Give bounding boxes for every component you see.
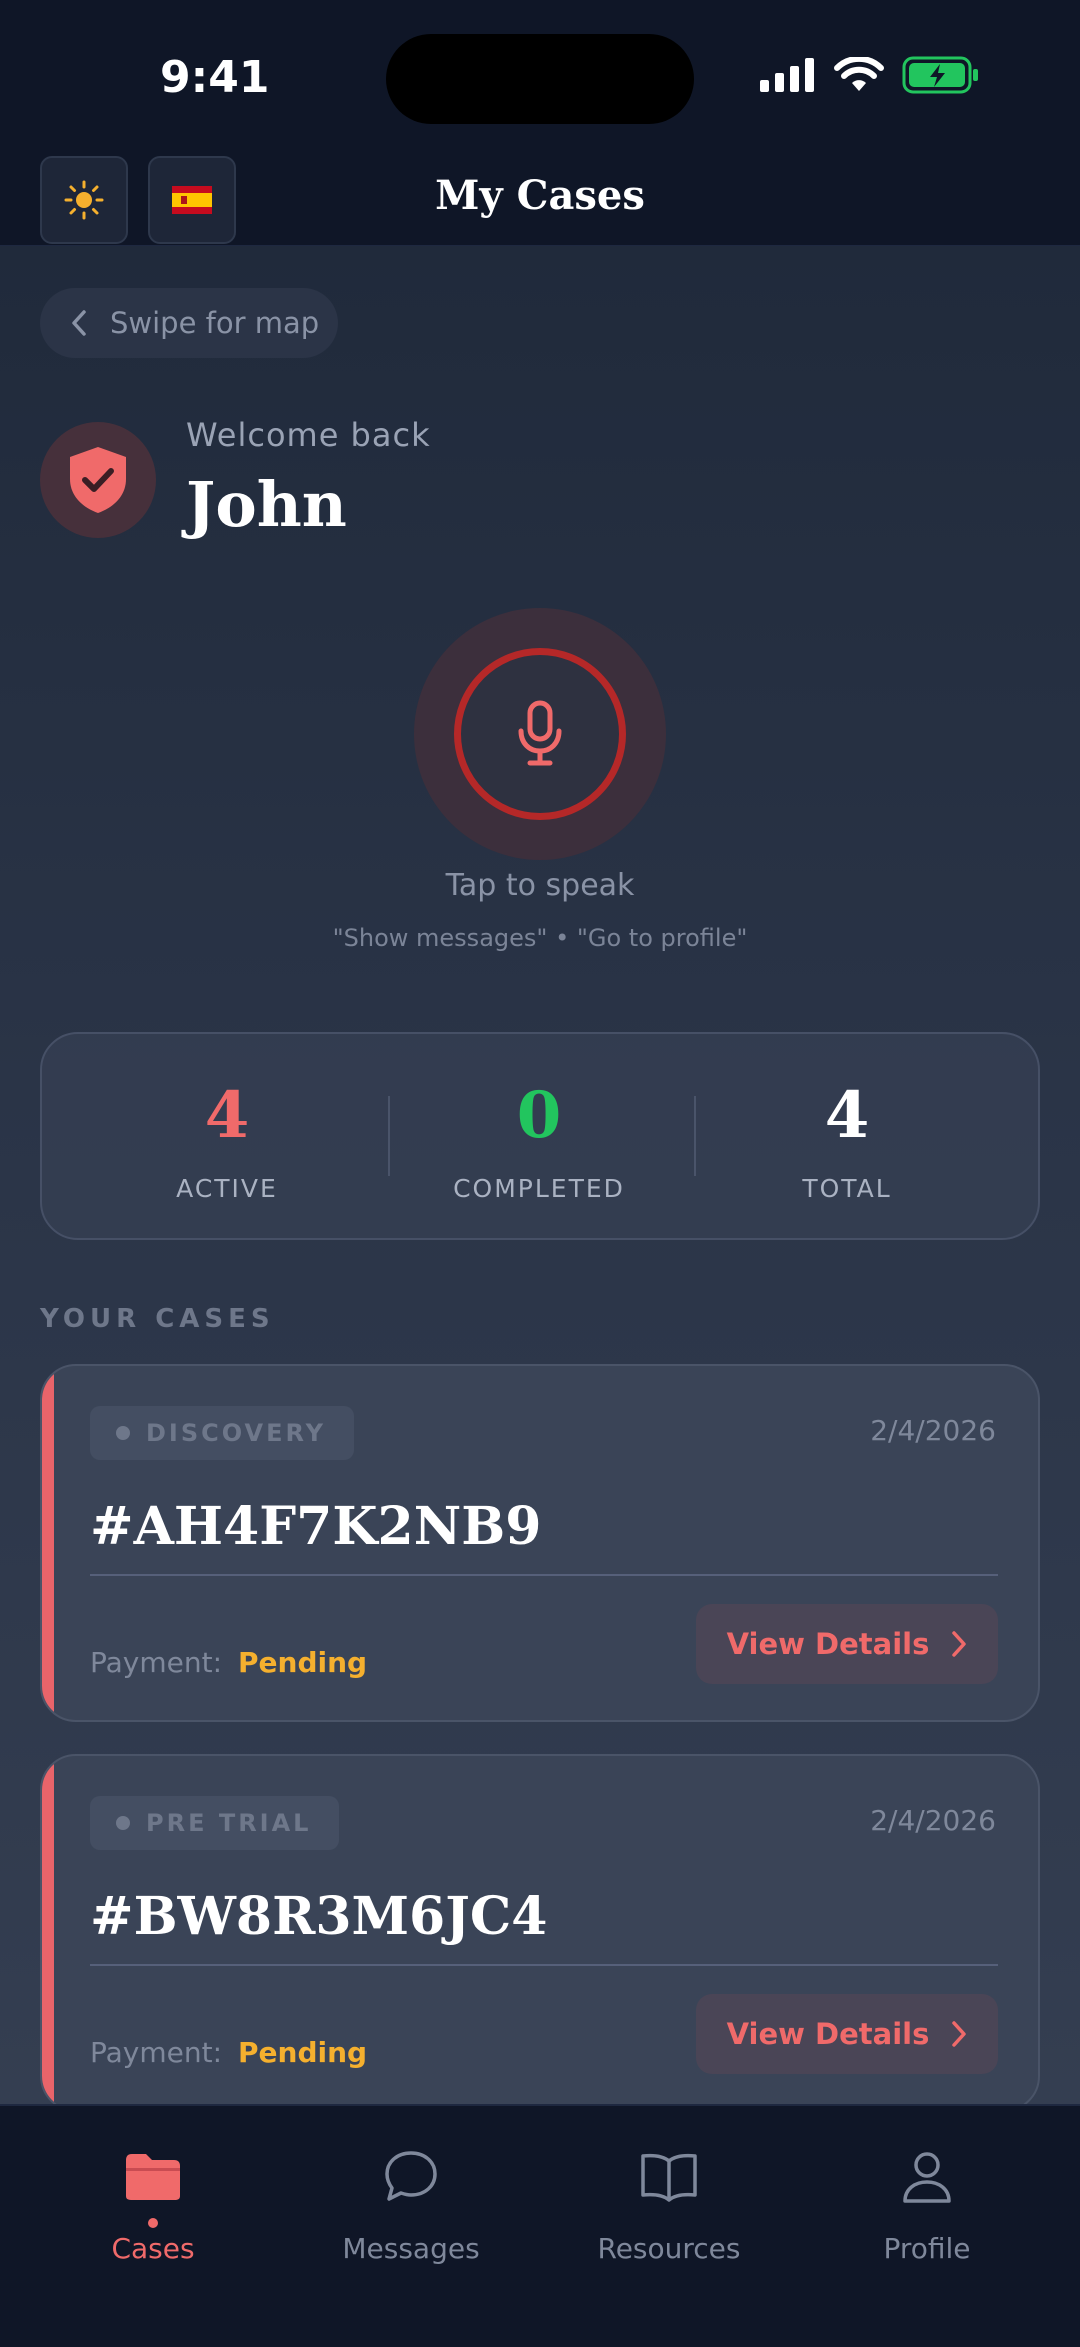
view-details-label: View Details: [726, 1627, 930, 1661]
nav-label: Resources: [597, 2232, 741, 2265]
user-name: John: [186, 468, 347, 541]
chevron-right-icon: [952, 1631, 967, 1657]
stat-label: ACTIVE: [176, 1174, 278, 1203]
nav-label: Messages: [342, 2232, 480, 2265]
payment-status: Pending: [238, 1646, 368, 1679]
stat-completed: 0 COMPLETED: [389, 1034, 689, 1242]
status-dot: [116, 1816, 130, 1830]
view-details-button[interactable]: View Details: [696, 1604, 998, 1684]
payment-label: Payment:: [90, 1646, 223, 1679]
chat-bubble-icon: [385, 2151, 437, 2201]
app-header: My Cases: [0, 150, 1080, 246]
status-icons: [760, 56, 980, 94]
case-card[interactable]: PRE TRIAL 2/4/2026 #BW8R3M6JC4 Payment: …: [40, 1754, 1040, 2104]
view-details-label: View Details: [726, 2017, 930, 2051]
battery-icon: [902, 56, 978, 94]
stat-label: COMPLETED: [453, 1174, 625, 1203]
case-id: #BW8R3M6JC4: [90, 1886, 548, 1947]
status-label: PRE TRIAL: [146, 1809, 312, 1837]
shield-check-icon: [70, 447, 126, 513]
active-indicator: [148, 2218, 158, 2228]
shield-avatar: [40, 422, 156, 538]
stats-card: 4 ACTIVE 0 COMPLETED 4 TOTAL: [40, 1032, 1040, 1240]
case-date: 2/4/2026: [870, 1804, 996, 1837]
case-id: #AH4F7K2NB9: [90, 1496, 542, 1557]
case-date: 2/4/2026: [870, 1414, 996, 1447]
view-details-button[interactable]: View Details: [696, 1994, 998, 2074]
section-title: YOUR CASES: [40, 1304, 275, 1334]
stat-label: TOTAL: [802, 1174, 892, 1203]
stat-value: 4: [204, 1078, 250, 1153]
payment-row: Payment: Pending: [90, 1646, 367, 1679]
nav-item-messages[interactable]: Messages: [311, 2142, 511, 2265]
stat-divider: [694, 1096, 696, 1176]
stat-total: 4 TOTAL: [697, 1034, 997, 1242]
tap-to-speak-label: Tap to speak: [445, 868, 635, 903]
case-card[interactable]: DISCOVERY 2/4/2026 #AH4F7K2NB9 Payment: …: [40, 1364, 1040, 1722]
nav-label: Profile: [883, 2232, 971, 2265]
status-badge: PRE TRIAL: [90, 1796, 340, 1850]
stat-active: 4 ACTIVE: [77, 1034, 377, 1242]
stat-value: 4: [824, 1078, 870, 1153]
page-title: My Cases: [435, 172, 645, 219]
status-dot: [116, 1426, 130, 1440]
welcome-greeting: Welcome back: [186, 416, 431, 454]
stat-value: 0: [516, 1078, 562, 1153]
payment-row: Payment: Pending: [90, 2036, 367, 2069]
status-badge: DISCOVERY: [90, 1406, 355, 1460]
chevron-left-icon: [72, 310, 86, 336]
divider: [90, 1574, 998, 1576]
book-icon: [641, 2153, 697, 2202]
nav-label: Cases: [111, 2232, 195, 2265]
status-bar: 9:41: [0, 0, 1080, 150]
dynamic-island: [386, 34, 694, 124]
swipe-label: Swipe for map: [110, 306, 320, 340]
payment-status: Pending: [238, 2036, 368, 2069]
bottom-nav: Cases Messages Resources Profile: [0, 2104, 1080, 2347]
case-accent-bar: [42, 1366, 54, 1720]
voice-hint: "Show messages" • "Go to profile": [332, 924, 748, 952]
signal-icon: [760, 58, 814, 92]
case-accent-bar: [42, 1756, 54, 2104]
main-content: Swipe for map Welcome back John Tap to s…: [0, 246, 1080, 2104]
status-label: DISCOVERY: [146, 1419, 327, 1447]
payment-label: Payment:: [90, 2036, 223, 2069]
voice-mic-button[interactable]: [454, 648, 626, 820]
folder-icon: [126, 2154, 180, 2200]
nav-item-profile[interactable]: Profile: [827, 2142, 1027, 2265]
status-time: 9:41: [160, 52, 270, 103]
chevron-right-icon: [952, 2021, 967, 2047]
nav-item-cases[interactable]: Cases: [53, 2142, 253, 2265]
user-icon: [903, 2152, 951, 2203]
nav-item-resources[interactable]: Resources: [569, 2142, 769, 2265]
wifi-icon: [834, 57, 884, 91]
swipe-for-map-button[interactable]: Swipe for map: [40, 288, 338, 358]
divider: [90, 1964, 998, 1966]
microphone-icon: [518, 700, 562, 766]
